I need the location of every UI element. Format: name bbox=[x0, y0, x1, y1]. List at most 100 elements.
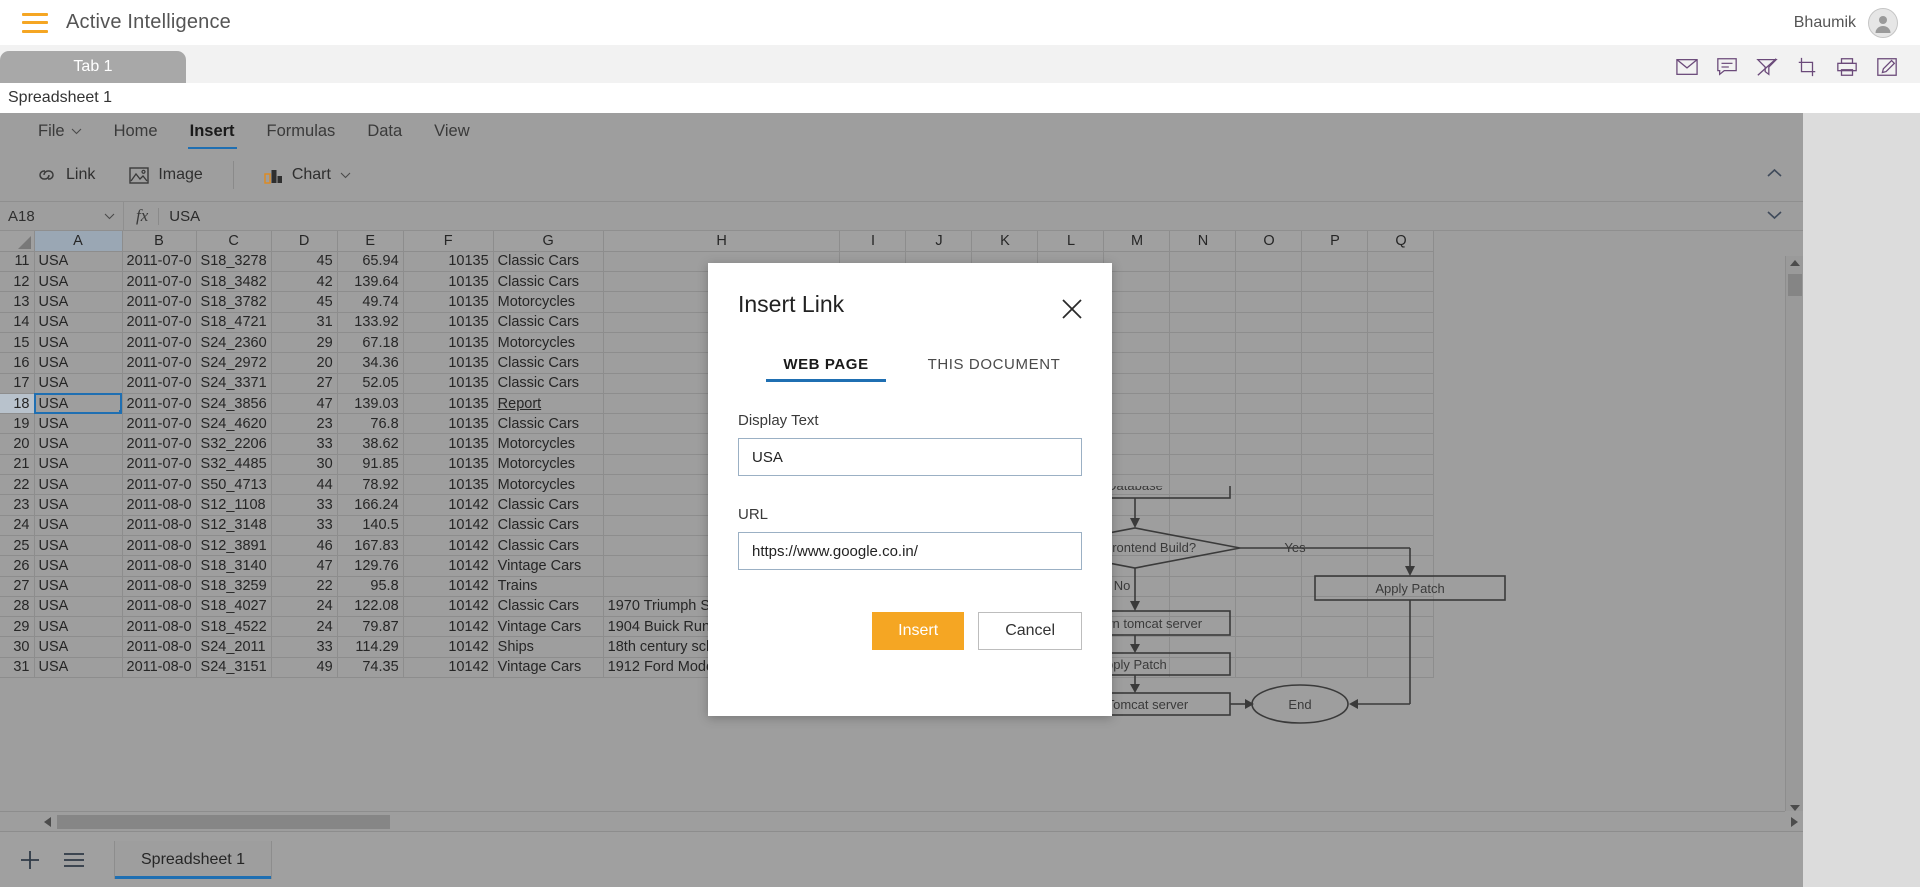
dialog-tab-web-page[interactable]: WEB PAGE bbox=[742, 356, 910, 382]
cell-B15[interactable]: 2011-07-0 bbox=[122, 332, 197, 354]
cell-E15[interactable]: 67.18 bbox=[337, 332, 404, 354]
display-text-input[interactable] bbox=[738, 438, 1082, 476]
cell-Q26[interactable] bbox=[1367, 555, 1435, 577]
cell-B28[interactable]: 2011-08-0 bbox=[122, 596, 197, 618]
column-header-J[interactable]: J bbox=[905, 231, 973, 252]
cell-P25[interactable] bbox=[1301, 535, 1369, 557]
cell-Q20[interactable] bbox=[1367, 433, 1435, 455]
row-header-20[interactable]: 20 bbox=[0, 433, 35, 455]
cell-B13[interactable]: 2011-07-0 bbox=[122, 291, 197, 313]
cell-N22[interactable] bbox=[1169, 474, 1237, 496]
cell-Q16[interactable] bbox=[1367, 352, 1435, 374]
column-header-G[interactable]: G bbox=[493, 231, 604, 252]
cell-G18[interactable]: Report bbox=[493, 393, 604, 415]
user-avatar-icon[interactable] bbox=[1868, 7, 1898, 38]
scroll-right-arrow-icon[interactable] bbox=[1785, 811, 1803, 831]
cell-Q25[interactable] bbox=[1367, 535, 1435, 557]
cell-D31[interactable]: 49 bbox=[271, 657, 338, 679]
cell-Q28[interactable] bbox=[1367, 596, 1435, 618]
cell-F12[interactable]: 10135 bbox=[403, 271, 494, 293]
cell-N16[interactable] bbox=[1169, 352, 1237, 374]
cell-Q13[interactable] bbox=[1367, 291, 1435, 313]
cell-M19[interactable] bbox=[1103, 413, 1171, 435]
plus-icon[interactable] bbox=[18, 848, 42, 872]
cell-E24[interactable]: 140.5 bbox=[337, 515, 404, 536]
menu-formulas[interactable]: Formulas bbox=[251, 122, 352, 149]
cell-N28[interactable] bbox=[1169, 596, 1237, 618]
cell-P22[interactable] bbox=[1301, 474, 1369, 496]
cell-E14[interactable]: 133.92 bbox=[337, 312, 404, 333]
cell-F30[interactable]: 10142 bbox=[403, 636, 494, 658]
sheet-tab-spreadsheet-1[interactable]: Spreadsheet 1 bbox=[114, 840, 273, 879]
cell-Q29[interactable] bbox=[1367, 616, 1435, 638]
menu-file[interactable]: File bbox=[22, 122, 98, 149]
cell-Q18[interactable] bbox=[1367, 393, 1435, 415]
cell-Q19[interactable] bbox=[1367, 413, 1435, 435]
cell-O26[interactable] bbox=[1235, 555, 1303, 577]
cell-F25[interactable]: 10142 bbox=[403, 535, 494, 557]
cell-B16[interactable]: 2011-07-0 bbox=[122, 352, 197, 374]
cell-P19[interactable] bbox=[1301, 413, 1369, 435]
cell-E18[interactable]: 139.03 bbox=[337, 393, 404, 415]
cell-O19[interactable] bbox=[1235, 413, 1303, 435]
cell-N12[interactable] bbox=[1169, 271, 1237, 293]
cell-D20[interactable]: 33 bbox=[271, 433, 338, 455]
cell-M23[interactable] bbox=[1103, 494, 1171, 516]
insert-button[interactable]: Insert bbox=[872, 612, 965, 650]
row-header-25[interactable]: 25 bbox=[0, 535, 35, 557]
cell-N11[interactable] bbox=[1169, 251, 1237, 273]
cell-M20[interactable] bbox=[1103, 433, 1171, 455]
cell-A24[interactable]: USA bbox=[34, 515, 123, 536]
cell-O13[interactable] bbox=[1235, 291, 1303, 313]
cell-Q17[interactable] bbox=[1367, 373, 1435, 394]
cell-A28[interactable]: USA bbox=[34, 596, 123, 618]
cell-reference-box[interactable]: A18 bbox=[0, 202, 124, 230]
cell-M12[interactable] bbox=[1103, 271, 1171, 293]
column-header-M[interactable]: M bbox=[1103, 231, 1171, 252]
cell-O17[interactable] bbox=[1235, 373, 1303, 394]
cell-F18[interactable]: 10135 bbox=[403, 393, 494, 415]
cell-P30[interactable] bbox=[1301, 636, 1369, 658]
cell-F15[interactable]: 10135 bbox=[403, 332, 494, 354]
cell-D23[interactable]: 33 bbox=[271, 494, 338, 516]
cell-M13[interactable] bbox=[1103, 291, 1171, 313]
cell-M21[interactable] bbox=[1103, 454, 1171, 476]
cell-G25[interactable]: Classic Cars bbox=[493, 535, 604, 557]
scroll-left-arrow-icon[interactable] bbox=[44, 816, 51, 827]
row-header-19[interactable]: 19 bbox=[0, 413, 35, 435]
cell-A31[interactable]: USA bbox=[34, 657, 123, 679]
cell-O11[interactable] bbox=[1235, 251, 1303, 273]
cell-B12[interactable]: 2011-07-0 bbox=[122, 271, 197, 293]
cell-A22[interactable]: USA bbox=[34, 474, 123, 496]
cell-E28[interactable]: 122.08 bbox=[337, 596, 404, 618]
cell-C11[interactable]: S18_3278 bbox=[196, 251, 272, 273]
cell-C19[interactable]: S24_4620 bbox=[196, 413, 272, 435]
cell-A27[interactable]: USA bbox=[34, 576, 123, 597]
menu-insert[interactable]: Insert bbox=[174, 122, 251, 149]
cell-E16[interactable]: 34.36 bbox=[337, 352, 404, 374]
cell-C24[interactable]: S12_3148 bbox=[196, 515, 272, 536]
cell-G26[interactable]: Vintage Cars bbox=[493, 555, 604, 577]
cell-C31[interactable]: S24_3151 bbox=[196, 657, 272, 679]
comment-icon[interactable] bbox=[1716, 57, 1738, 77]
cell-M26[interactable] bbox=[1103, 555, 1171, 577]
cell-P28[interactable] bbox=[1301, 596, 1369, 618]
cell-A26[interactable]: USA bbox=[34, 555, 123, 577]
column-header-D[interactable]: D bbox=[271, 231, 338, 252]
cell-G29[interactable]: Vintage Cars bbox=[493, 616, 604, 638]
cell-F24[interactable]: 10142 bbox=[403, 515, 494, 536]
cell-O20[interactable] bbox=[1235, 433, 1303, 455]
cell-F31[interactable]: 10142 bbox=[403, 657, 494, 679]
cell-P23[interactable] bbox=[1301, 494, 1369, 516]
cell-A17[interactable]: USA bbox=[34, 373, 123, 394]
cell-F20[interactable]: 10135 bbox=[403, 433, 494, 455]
cell-A21[interactable]: USA bbox=[34, 454, 123, 476]
cell-P16[interactable] bbox=[1301, 352, 1369, 374]
cell-O22[interactable] bbox=[1235, 474, 1303, 496]
cell-D17[interactable]: 27 bbox=[271, 373, 338, 394]
cell-E23[interactable]: 166.24 bbox=[337, 494, 404, 516]
cell-G20[interactable]: Motorcycles bbox=[493, 433, 604, 455]
cell-M24[interactable] bbox=[1103, 515, 1171, 536]
scroll-up-arrow-icon[interactable] bbox=[1790, 260, 1800, 266]
cell-M16[interactable] bbox=[1103, 352, 1171, 374]
